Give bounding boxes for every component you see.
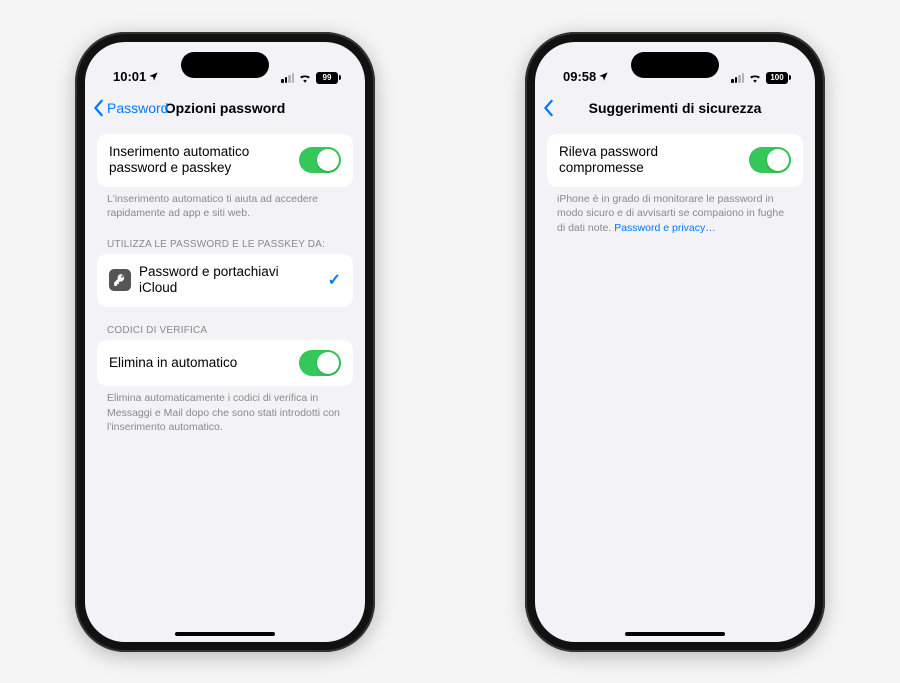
checkmark-icon: ✓: [328, 270, 341, 290]
home-indicator[interactable]: [625, 632, 725, 636]
autofill-footer: L'inserimento automatico ti aiuta ad acc…: [97, 187, 353, 220]
delete-codes-label: Elimina in automatico: [109, 355, 291, 372]
status-time: 10:01: [113, 69, 146, 84]
chevron-left-icon: [543, 99, 555, 117]
compromised-label: Rileva password compromesse: [559, 144, 741, 178]
codes-footer: Elimina automaticamente i codici di veri…: [97, 386, 353, 434]
battery-icon: 99: [316, 72, 341, 84]
iphone-right: 09:58 100 Suggerimenti di sicurezza Rile…: [525, 32, 825, 652]
page-title: Suggerimenti di sicurezza: [535, 100, 815, 116]
autofill-toggle[interactable]: [299, 147, 341, 173]
back-button[interactable]: [543, 99, 555, 117]
chevron-left-icon: [93, 99, 105, 117]
back-button[interactable]: Password: [93, 99, 168, 117]
wifi-icon: [748, 72, 762, 83]
group-autofill: Inserimento automatico password e passke…: [97, 134, 353, 221]
codes-header: CODICI DI VERIFICA: [97, 325, 353, 340]
wifi-icon: [298, 72, 312, 83]
group-compromised: Rileva password compromesse iPhone è in …: [547, 134, 803, 235]
location-icon: [598, 71, 609, 82]
cellular-icon: [731, 73, 744, 83]
autofill-row[interactable]: Inserimento automatico password e passke…: [97, 134, 353, 188]
autofill-label: Inserimento automatico password e passke…: [109, 144, 291, 178]
navigation-bar: Password Opzioni password: [85, 88, 365, 128]
source-label: Password e portachiavi iCloud: [139, 264, 320, 298]
compromised-footer: iPhone è in grado di monitorare le passw…: [547, 187, 803, 235]
delete-codes-row[interactable]: Elimina in automatico: [97, 340, 353, 386]
screen-right: 09:58 100 Suggerimenti di sicurezza Rile…: [535, 42, 815, 642]
content-area: Inserimento automatico password e passke…: [85, 128, 365, 642]
source-icloud-row[interactable]: Password e portachiavi iCloud ✓: [97, 254, 353, 308]
dynamic-island: [181, 52, 269, 78]
location-icon: [148, 71, 159, 82]
iphone-left: 10:01 99 Password Opzioni password Inse: [75, 32, 375, 652]
group-codes: CODICI DI VERIFICA Elimina in automatico…: [97, 325, 353, 434]
compromised-row[interactable]: Rileva password compromesse: [547, 134, 803, 188]
group-sources: UTILIZZA LE PASSWORD E LE PASSKEY DA: Pa…: [97, 239, 353, 308]
navigation-bar: Suggerimenti di sicurezza: [535, 88, 815, 128]
delete-codes-toggle[interactable]: [299, 350, 341, 376]
home-indicator[interactable]: [175, 632, 275, 636]
battery-icon: 100: [766, 72, 791, 84]
cellular-icon: [281, 73, 294, 83]
privacy-link[interactable]: Password e privacy…: [614, 222, 716, 234]
content-area: Rileva password compromesse iPhone è in …: [535, 128, 815, 642]
compromised-toggle[interactable]: [749, 147, 791, 173]
sources-header: UTILIZZA LE PASSWORD E LE PASSKEY DA:: [97, 239, 353, 254]
dynamic-island: [631, 52, 719, 78]
status-time: 09:58: [563, 69, 596, 84]
back-label: Password: [107, 100, 168, 116]
screen-left: 10:01 99 Password Opzioni password Inse: [85, 42, 365, 642]
key-icon: [109, 269, 131, 291]
